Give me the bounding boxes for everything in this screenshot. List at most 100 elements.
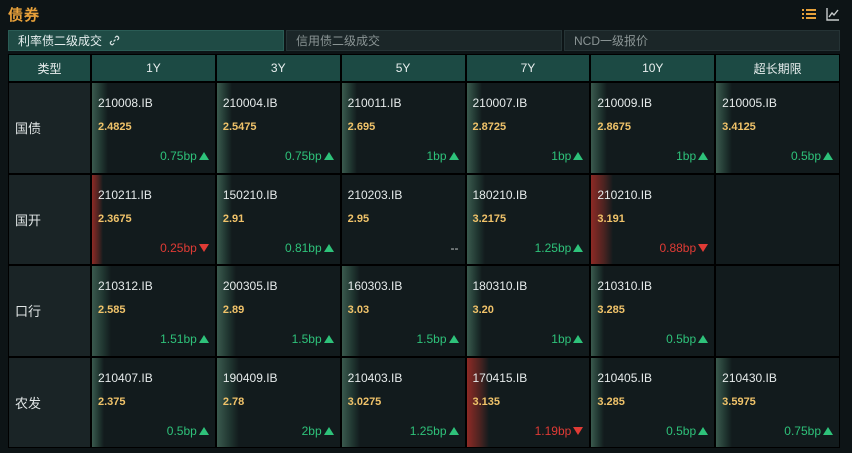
yield-change-value: 0.25bp <box>160 240 197 255</box>
row-label: 农发 <box>9 357 90 447</box>
yield-change-value: 2bp <box>301 423 322 438</box>
bond-yield: 3.135 <box>472 395 501 408</box>
bond-code[interactable]: 210430.IB <box>722 371 777 385</box>
row-label: 口行 <box>9 266 90 356</box>
bond-cell[interactable]: 210005.IB 3.4125 0.5bp <box>716 83 839 173</box>
bond-yield: 2.95 <box>347 212 370 225</box>
bond-code[interactable]: 160303.IB <box>348 279 403 293</box>
bond-code[interactable]: 210211.IB <box>98 188 152 202</box>
bond-cell[interactable]: 150210.IB 2.91 0.81bp <box>216 174 340 264</box>
column-header-5y: 5Y <box>341 55 465 81</box>
bond-cell[interactable]: 210310.IB 3.285 0.5bp <box>591 266 715 356</box>
bond-yield: 2.8725 <box>472 121 507 133</box>
bond-cell[interactable]: 210430.IB 3.5975 0.75bp <box>716 357 839 447</box>
bond-code[interactable]: 180310.IB <box>473 279 528 293</box>
bond-cell[interactable]: 210011.IB 2.695 1bp <box>341 83 465 173</box>
yield-change: 0.25bp <box>160 241 209 255</box>
tab-bar: 利率债二级成交 信用债二级成交 NCD一级报价 <box>8 30 840 51</box>
yield-change-value: 0.88bp <box>659 240 697 255</box>
bond-code[interactable]: 210312.IB <box>98 279 153 293</box>
yield-change-value: 1.5bp <box>416 332 447 346</box>
arrow-down-icon <box>573 426 584 435</box>
bond-code[interactable]: 150210.IB <box>223 188 278 202</box>
bond-yield: 2.585 <box>98 304 126 316</box>
row-label: 国开 <box>9 174 90 264</box>
yield-change: 0.75bp <box>784 424 833 438</box>
yield-change-value: 0.81bp <box>284 240 322 255</box>
line-chart-icon[interactable] <box>826 7 840 21</box>
bond-code[interactable]: 210005.IB <box>722 96 777 110</box>
yield-change: 0.5bp <box>666 332 709 346</box>
bond-cell[interactable]: 180310.IB 3.20 1bp <box>466 266 590 356</box>
bond-code[interactable]: 210009.IB <box>597 96 652 110</box>
tab-label: 信用债二级成交 <box>296 34 381 48</box>
arrow-up-icon <box>573 335 584 343</box>
link-icon[interactable] <box>109 35 120 46</box>
column-header-7y: 7Y <box>466 55 590 81</box>
yield-change-value: 0.5bp <box>666 423 697 438</box>
arrow-up-icon <box>323 243 334 252</box>
bond-cell[interactable]: 190409.IB 2.78 2bp <box>216 357 340 447</box>
arrow-up-icon <box>823 152 833 160</box>
arrow-up-icon <box>448 426 459 435</box>
tab-credit-bond-secondary[interactable]: 信用债二级成交 <box>286 30 562 51</box>
bond-cell[interactable]: 210403.IB 3.0275 1.25bp <box>341 357 465 447</box>
bond-code[interactable]: 210011.IB <box>348 96 402 110</box>
bond-code[interactable]: 210405.IB <box>597 371 652 385</box>
yield-change: 1.5bp <box>416 332 459 346</box>
bond-code[interactable]: 200305.IB <box>223 279 278 293</box>
bond-cell[interactable]: 210009.IB 2.8675 1bp <box>591 83 715 173</box>
bond-cell[interactable]: 210008.IB 2.4825 0.75bp <box>92 83 215 173</box>
bond-code[interactable]: 210310.IB <box>597 279 652 293</box>
bond-cell[interactable]: 160303.IB 3.03 1.5bp <box>341 266 465 356</box>
bond-code[interactable]: 170415.IB <box>473 371 528 385</box>
bond-code[interactable]: 210210.IB <box>597 188 652 202</box>
header-actions <box>802 7 840 21</box>
yield-change-value: 0.75bp <box>284 149 322 163</box>
bond-code[interactable]: 210004.IB <box>223 96 278 110</box>
bond-yield: 2.89 <box>222 304 245 316</box>
yield-change-value: 1bp <box>551 149 572 163</box>
yield-change-value: 1bp <box>426 149 447 163</box>
bond-code[interactable]: 190409.IB <box>223 371 278 385</box>
bond-yield: 2.5475 <box>222 121 257 133</box>
bond-cell[interactable]: 210004.IB 2.5475 0.75bp <box>216 83 340 173</box>
panel-title: 债券 <box>8 6 41 24</box>
bond-cell[interactable]: 210312.IB 2.585 1.51bp <box>92 266 215 356</box>
bond-code[interactable]: 210403.IB <box>348 371 403 385</box>
yield-change-value: 1.25bp <box>409 423 447 438</box>
yield-change-value: 1bp <box>551 332 572 346</box>
bond-cell[interactable]: 210211.IB 2.3675 0.25bp <box>92 174 215 264</box>
bond-code[interactable]: 180210.IB <box>473 188 528 202</box>
bond-cell[interactable]: 210407.IB 2.375 0.5bp <box>92 357 215 447</box>
list-icon[interactable] <box>802 7 816 21</box>
bond-cell[interactable]: 200305.IB 2.89 1.5bp <box>216 266 340 356</box>
bond-cell[interactable]: 170415.IB 3.135 1.19bp <box>466 357 590 447</box>
bond-code[interactable]: 210407.IB <box>98 371 153 385</box>
tab-ncd-primary-quote[interactable]: NCD一级报价 <box>564 30 840 51</box>
yield-change: 0.81bp <box>285 241 334 255</box>
bond-yield: 3.4125 <box>722 121 756 133</box>
bond-yield: 3.2175 <box>472 212 507 225</box>
bond-cell[interactable]: 210210.IB 3.191 0.88bp <box>591 174 715 264</box>
bond-yield: 3.285 <box>597 395 625 408</box>
yield-change: 0.5bp <box>791 149 833 163</box>
arrow-up-icon <box>323 426 334 435</box>
bond-cell <box>716 266 839 356</box>
bond-code[interactable]: 210008.IB <box>98 96 153 110</box>
bond-code[interactable]: 210203.IB <box>348 188 403 202</box>
bond-cell[interactable]: 210007.IB 2.8725 1bp <box>466 83 590 173</box>
bond-yield: 2.4825 <box>98 121 132 133</box>
bond-cell[interactable]: 180210.IB 3.2175 1.25bp <box>466 174 590 264</box>
bond-yield: 3.191 <box>597 212 625 225</box>
arrow-up-icon <box>698 426 709 435</box>
bond-code[interactable]: 210007.IB <box>473 96 528 110</box>
arrow-down-icon <box>198 243 209 252</box>
tab-rate-bond-secondary[interactable]: 利率债二级成交 <box>8 30 284 51</box>
yield-change: 2bp <box>302 424 334 438</box>
yield-change: 0.75bp <box>285 149 334 163</box>
bond-cell[interactable]: 210203.IB 2.95 -- <box>341 174 465 264</box>
yield-change-value: 1.5bp <box>291 332 322 346</box>
column-header-10y: 10Y <box>591 55 715 81</box>
bond-cell[interactable]: 210405.IB 3.285 0.5bp <box>591 357 715 447</box>
